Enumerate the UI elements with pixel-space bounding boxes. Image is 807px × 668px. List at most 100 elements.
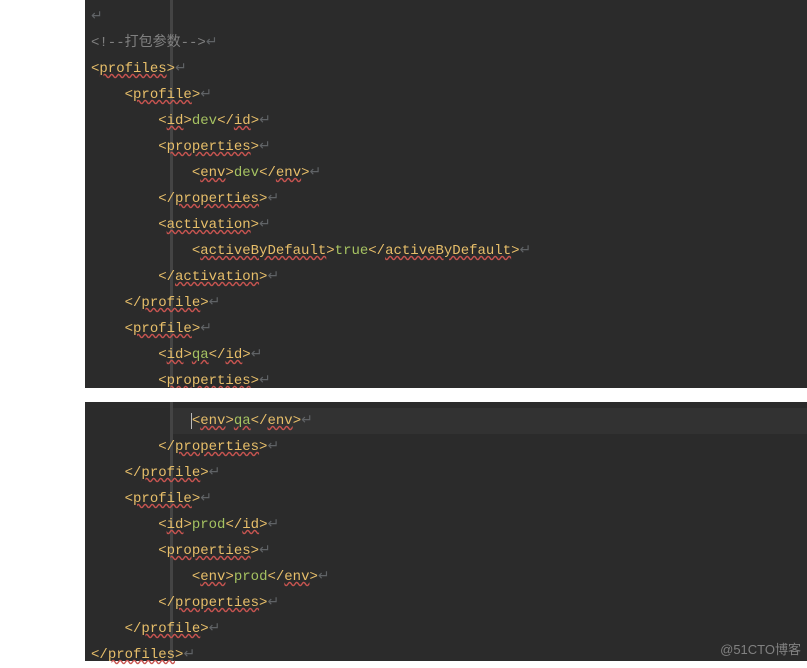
code-token: properties <box>175 191 259 207</box>
code-token: ↵ <box>267 517 279 533</box>
code-token: ↵ <box>520 243 532 259</box>
code-token: ↵ <box>251 347 263 363</box>
code-token: id <box>167 517 184 533</box>
code-token: > <box>183 347 191 363</box>
code-line: <id>dev</id>↵ <box>85 108 807 134</box>
code-token: ↵ <box>91 9 103 25</box>
code-line: </profiles>↵ <box>85 642 807 668</box>
code-token: </ <box>158 269 175 285</box>
code-token: dev <box>234 165 259 181</box>
code-line: <profile>↵ <box>85 82 807 108</box>
code-token: profiles <box>108 647 175 663</box>
code-token: > <box>251 373 259 389</box>
code-token: ↵ <box>259 113 271 129</box>
code-token: id <box>167 113 184 129</box>
code-token: properties <box>167 139 251 155</box>
code-token: qa <box>234 413 251 429</box>
code-line: ↵ <box>85 4 807 30</box>
code-token: profiles <box>99 61 166 77</box>
code-token: </ <box>209 347 226 363</box>
code-token: > <box>225 413 233 429</box>
code-token: properties <box>175 439 259 455</box>
code-token: </ <box>125 465 142 481</box>
code-token: ↵ <box>209 621 221 637</box>
code-token: > <box>310 569 318 585</box>
code-token: < <box>158 373 166 389</box>
code-token: ↵ <box>200 87 212 103</box>
code-token: </ <box>125 621 142 637</box>
code-token: ↵ <box>267 269 279 285</box>
code-token: > <box>167 61 175 77</box>
code-token: ↵ <box>200 321 212 337</box>
code-token: env <box>200 413 225 429</box>
code-token: ↵ <box>209 465 221 481</box>
code-line: <properties>↵ <box>85 538 807 564</box>
code-token: < <box>125 321 133 337</box>
code-token: id <box>242 517 259 533</box>
code-token: > <box>225 165 233 181</box>
code-token: id <box>225 347 242 363</box>
code-token: activation <box>175 269 259 285</box>
code-token: ↵ <box>301 413 313 429</box>
watermark: @51CTO博客 <box>720 639 801 658</box>
code-token: </ <box>259 165 276 181</box>
code-line: </profile>↵ <box>85 460 807 486</box>
code-token: env <box>200 569 225 585</box>
code-token: id <box>234 113 251 129</box>
code-token: </ <box>267 569 284 585</box>
code-token: profile <box>141 621 200 637</box>
code-token: </ <box>251 413 268 429</box>
code-token: env <box>284 569 309 585</box>
code-token: env <box>267 413 292 429</box>
code-token: activeByDefault <box>385 243 511 259</box>
code-token: > <box>242 347 250 363</box>
code-line: </profile>↵ <box>85 616 807 642</box>
code-token: < <box>158 347 166 363</box>
code-token: properties <box>167 543 251 559</box>
code-token: profile <box>141 295 200 311</box>
code-token: > <box>192 87 200 103</box>
code-token: < <box>158 139 166 155</box>
code-token: > <box>251 543 259 559</box>
code-line: </properties>↵ <box>85 186 807 212</box>
code-token: > <box>301 165 309 181</box>
code-token: properties <box>175 595 259 611</box>
code-line: <env>dev</env>↵ <box>85 160 807 186</box>
code-token: > <box>192 491 200 507</box>
code-token: > <box>225 569 233 585</box>
code-token: < <box>125 491 133 507</box>
code-line: <profiles>↵ <box>85 56 807 82</box>
code-token: > <box>251 113 259 129</box>
code-token: > <box>192 321 200 337</box>
code-token: ↵ <box>259 139 271 155</box>
code-token: < <box>192 569 200 585</box>
code-token: > <box>251 139 259 155</box>
code-token: ↵ <box>209 295 221 311</box>
code-token: <!--打包参数--> <box>91 35 206 51</box>
code-token: qa <box>192 347 209 363</box>
code-token: properties <box>167 373 251 389</box>
code-token: < <box>158 217 166 233</box>
code-line: <properties>↵ <box>85 134 807 160</box>
code-line: </properties>↵ <box>85 434 807 460</box>
code-token: </ <box>225 517 242 533</box>
code-token: profile <box>141 465 200 481</box>
code-token: > <box>200 465 208 481</box>
code-token: > <box>183 113 191 129</box>
code-token: activeByDefault <box>200 243 326 259</box>
code-token: prod <box>234 569 268 585</box>
code-token: ↵ <box>206 35 218 51</box>
code-line: </activation>↵ <box>85 264 807 290</box>
code-token: < <box>158 113 166 129</box>
code-token: env <box>200 165 225 181</box>
code-token: activation <box>167 217 251 233</box>
code-token: ↵ <box>267 439 279 455</box>
code-editor[interactable]: ↵<!--打包参数-->↵<profiles>↵ <profile>↵ <id>… <box>85 0 807 661</box>
code-token: prod <box>192 517 226 533</box>
code-line: <profile>↵ <box>85 316 807 342</box>
code-token: < <box>192 165 200 181</box>
code-token: < <box>158 543 166 559</box>
code-line: </profile>↵ <box>85 290 807 316</box>
code-token: id <box>167 347 184 363</box>
code-lines-container: ↵<!--打包参数-->↵<profiles>↵ <profile>↵ <id>… <box>85 4 807 668</box>
